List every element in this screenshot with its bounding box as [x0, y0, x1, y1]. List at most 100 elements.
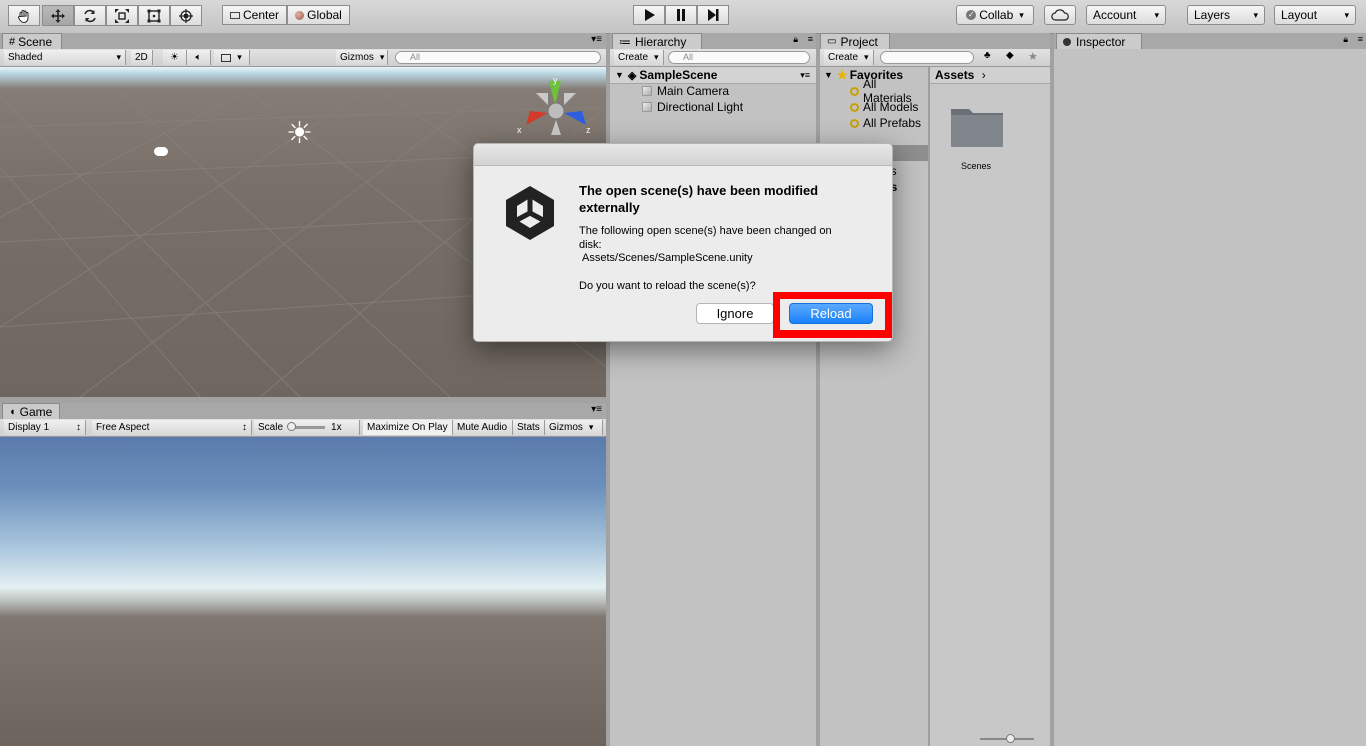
dialog-titlebar[interactable]: [474, 144, 892, 166]
scale-slider[interactable]: Scale 1x: [254, 420, 360, 435]
zoom-slider-thumb[interactable]: [1006, 734, 1015, 743]
play-button[interactable]: [633, 5, 665, 25]
game-view[interactable]: [0, 437, 606, 746]
reload-button[interactable]: Reload: [789, 303, 873, 324]
dialog-message: The following open scene(s) have been ch…: [579, 225, 832, 251]
rotate-icon: [84, 9, 96, 22]
lighting-toggle[interactable]: ☀: [163, 50, 187, 65]
tab-game[interactable]: ◖ Game: [2, 403, 60, 419]
list-item[interactable]: All Materials: [850, 77, 928, 105]
scale-icon: [115, 8, 129, 23]
list-item[interactable]: Directional Light: [642, 99, 743, 115]
rect-tool-button[interactable]: [138, 5, 170, 26]
mute-audio-toggle[interactable]: Mute Audio: [453, 420, 513, 435]
layout-dropdown[interactable]: Layout: [1274, 5, 1356, 25]
filter-label-icon[interactable]: ◆: [1006, 50, 1014, 61]
tab-inspector[interactable]: Inspector: [1056, 33, 1142, 49]
gameobject-icon: [642, 102, 652, 112]
scale-slider-track[interactable]: [287, 422, 326, 431]
list-item[interactable]: All Prefabs: [850, 115, 921, 131]
zoom-slider[interactable]: [980, 734, 1034, 743]
move-icon: [51, 8, 65, 23]
game-gizmos-dropdown[interactable]: Gizmos: [545, 420, 603, 435]
hierarchy-create-dropdown[interactable]: Create: [614, 50, 664, 65]
scene-root-row[interactable]: ▼ ◈ SampleScene ▾≡: [610, 67, 816, 84]
dialog-title: The open scene(s) have been modified ext…: [579, 183, 819, 215]
project-search-input[interactable]: [880, 51, 974, 64]
unity-logo-icon: [506, 186, 554, 240]
rotate-tool-button[interactable]: [74, 5, 106, 26]
chevron-right-icon: ›: [981, 68, 986, 82]
step-icon: [708, 9, 719, 21]
aspect-dropdown[interactable]: Free Aspect ↕: [92, 420, 252, 435]
panel-menu-icon[interactable]: ≡: [808, 34, 813, 44]
tab-scene[interactable]: # Scene: [2, 33, 62, 49]
game-icon: ◖: [9, 405, 16, 418]
main-toolbar: Center Global ✓ Collab Account Layers La…: [0, 0, 1366, 34]
scene-modified-dialog: The open scene(s) have been modified ext…: [473, 143, 893, 342]
account-dropdown[interactable]: Account: [1086, 5, 1166, 25]
rect-icon: [147, 9, 161, 22]
folder-item-scenes[interactable]: [949, 103, 1005, 151]
folder-icon: ▭: [827, 36, 837, 47]
sun-light-icon: ☀: [286, 117, 313, 150]
updown-icon: ↕: [76, 422, 81, 433]
tab-hierarchy[interactable]: ≔ Hierarchy: [612, 33, 702, 49]
pivot-icon: [229, 11, 240, 19]
unity-scene-icon: ◈: [627, 69, 637, 82]
step-button[interactable]: [697, 5, 729, 25]
dialog-scene-path: Assets/Scenes/SampleScene.unity: [582, 252, 753, 264]
scene-search-input[interactable]: All: [395, 51, 601, 64]
panel-menu-icon[interactable]: ▾≡: [800, 70, 810, 81]
image-icon: [221, 53, 232, 62]
scale-slider-thumb[interactable]: [287, 422, 297, 431]
grid-icon: #: [9, 35, 16, 48]
inspector-tabbar: Inspector 🔒︎ ≡: [1054, 33, 1366, 50]
pivot-center-button[interactable]: Center: [222, 5, 287, 25]
hierarchy-search-input[interactable]: All: [668, 51, 810, 64]
expand-arrow-icon[interactable]: ▼: [615, 70, 624, 80]
layers-dropdown[interactable]: Layers: [1187, 5, 1265, 25]
search-filter-icon: [850, 102, 859, 112]
transform-tool-button[interactable]: [170, 5, 202, 26]
lock-icon[interactable]: 🔒︎: [1343, 34, 1348, 45]
panel-menu-icon[interactable]: ▾≡: [591, 34, 602, 45]
audio-toggle[interactable]: 🔈︎: [187, 50, 211, 65]
breadcrumb[interactable]: Assets ›: [930, 67, 1050, 84]
project-create-dropdown[interactable]: Create: [824, 50, 874, 65]
cloud-button[interactable]: [1044, 5, 1076, 25]
lock-icon[interactable]: 🔒︎: [793, 34, 798, 45]
stats-toggle[interactable]: Stats: [513, 420, 545, 435]
play-icon: [645, 9, 655, 21]
cloud-icon: [1051, 9, 1069, 21]
search-filter-icon: [850, 86, 859, 96]
pause-button[interactable]: [665, 5, 697, 25]
axis-z-label: z: [586, 125, 591, 135]
hand-tool-button[interactable]: [8, 5, 40, 26]
scale-tool-button[interactable]: [106, 5, 138, 26]
space-global-button[interactable]: Global: [287, 5, 350, 25]
ignore-button[interactable]: Ignore: [696, 303, 774, 324]
maximize-on-play-toggle[interactable]: Maximize On Play: [363, 420, 453, 435]
star-icon[interactable]: ★: [1028, 50, 1038, 63]
shading-dropdown[interactable]: Shaded: [4, 50, 126, 65]
panel-menu-icon[interactable]: ▾≡: [591, 404, 602, 415]
scene-gizmos-dropdown[interactable]: Gizmos: [336, 50, 388, 65]
effects-dropdown[interactable]: [214, 50, 250, 65]
tab-project[interactable]: ▭ Project: [820, 33, 890, 49]
list-item[interactable]: All Models: [850, 99, 918, 115]
display-dropdown[interactable]: Display 1 ↕: [4, 420, 86, 435]
hand-icon: [18, 9, 29, 23]
info-icon: [1063, 37, 1071, 46]
axis-x-label: x: [517, 125, 522, 135]
project-toolbar: Create ♣ ◆ ★: [820, 49, 1050, 67]
check-icon: ✓: [966, 10, 977, 20]
collab-dropdown[interactable]: ✓ Collab: [956, 5, 1034, 25]
mode-2d-toggle[interactable]: 2D: [131, 50, 153, 65]
panel-menu-icon[interactable]: ≡: [1358, 34, 1363, 44]
move-tool-button[interactable]: [42, 5, 74, 26]
pause-icon: [677, 9, 685, 21]
expand-arrow-icon[interactable]: ▼: [824, 70, 833, 80]
filter-type-icon[interactable]: ♣: [984, 50, 991, 61]
list-item[interactable]: Main Camera: [642, 83, 729, 99]
